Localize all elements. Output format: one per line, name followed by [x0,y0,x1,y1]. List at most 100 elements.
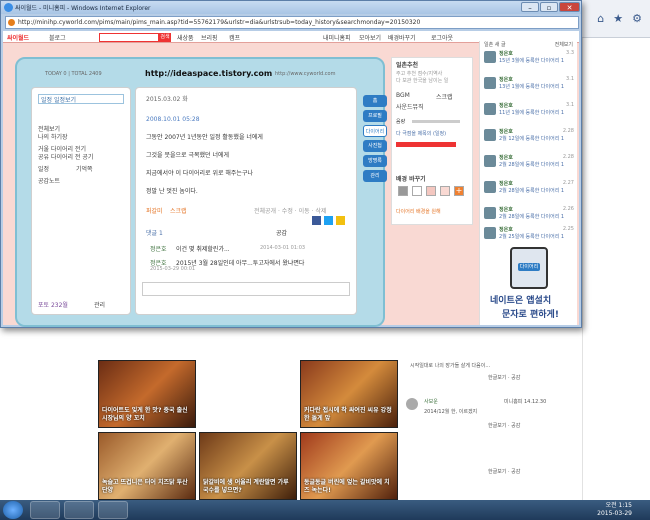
system-clock[interactable]: 오전 1:15 2015-03-29 [597,502,632,518]
volume-slider[interactable] [412,120,460,123]
menu-item[interactable]: 공유 다이어리 전 공기 [38,152,93,161]
nav-link[interactable]: 내미니홈피 [323,33,351,42]
visitor-count: TODAY 0 | TOTAL 2409 [45,71,102,77]
food-caption: 다이어트도 잊게 한 맛? 중국 출신 시장님의 양 꼬치 [102,407,188,423]
logout-link[interactable]: 로그아웃 [431,33,453,42]
ie-taskbar-icon[interactable] [30,501,60,519]
food-card[interactable]: 닭갈비에 생 어울리 계란말면 가루국수를 넣으면? [199,432,297,500]
nav-link[interactable]: 배경바꾸기 [388,33,416,42]
player-track[interactable]: 다 극점을 제목의 (일정) [396,130,446,137]
nav-link[interactable]: 모아보기 [359,33,381,42]
search-button[interactable]: 검색 [159,33,171,42]
start-button[interactable] [3,501,23,519]
close-button[interactable]: ✕ [559,2,580,12]
admin-link[interactable]: 관리 [94,300,105,309]
list-item[interactable]: 정은호 15년 3월에 등록한 다이어리 1 3.3 [484,49,574,73]
comment-input[interactable] [142,282,350,296]
list-item[interactable]: 정은호 2월 28일에 등록한 다이어리 1 2.27 [484,179,574,203]
friend-name: 정은호 [499,207,513,213]
gear-icon[interactable]: ⚙ [632,12,642,25]
food-card[interactable]: 녹슬고 뜨겁니은 터어 치즈닭 투산 단양 [98,432,196,500]
nav-link[interactable]: 캠프 [229,33,240,42]
tab-diary[interactable]: 다이어리 [363,125,387,137]
window-titlebar[interactable]: 싸이월드 - 미니홈피 - Windows Internet Explorer … [1,1,581,14]
comment-text: 이건 몇 취제할린가... [176,246,230,253]
skin-footer-link[interactable]: 다이어리 배경을 원해 [396,208,441,215]
food-card[interactable]: 커다란 접시에 착 싸여진 씨유 강정한 돌게 앞 [300,360,398,428]
skin-swatch[interactable] [440,186,450,196]
food-caption: 녹슬고 뜨겁니은 터어 치즈닭 투산 단양 [102,479,188,495]
scrap-label[interactable]: 스크랩 [436,92,453,101]
comment-count[interactable]: 댓글 1 [146,228,163,237]
scrap-link[interactable]: 스크랩 [170,206,187,215]
share-link[interactable]: 퍼갈미 [146,206,163,215]
skin-swatch[interactable] [398,186,408,196]
friend-msg: 15년 3월에 등록한 다이어리 1 [499,58,565,64]
player-progress[interactable] [396,142,456,147]
menu-item[interactable]: 일정 [38,164,49,173]
food-card[interactable]: 다이어트도 잊게 한 맛? 중국 출신 시장님의 양 꼬치 [98,360,196,428]
add-skin-icon[interactable]: + [454,186,464,196]
search-input[interactable] [99,33,159,42]
list-item[interactable]: 정은호 2월 12일에 등록한 다이어리 1 2.28 [484,127,574,151]
diary-date-header: 2015.03.02 화 [146,96,188,103]
side-info-panel: 일촌추천 주고 추천 점수/지역사 다 보관 한국을 남이는 일 BGM 스크랩… [391,57,473,225]
ad-title: 네이트온 앱설치 [490,296,552,306]
bgm-label[interactable]: BGM [396,92,410,99]
photo-count[interactable]: 포토 232월 [38,300,68,309]
favorites-icons: ⌂ ★ ⚙ [597,12,642,25]
post-line: 그동안 2007년 1년동안 일정 활동했을 너에게 [146,134,263,141]
media-taskbar-icon[interactable] [64,501,94,519]
restore-button[interactable]: ▫ [540,2,558,12]
folder-select[interactable]: 일정 일정보기 [38,94,124,104]
sidebar-meta[interactable]: 한글보기 · 공감 [488,374,520,381]
like-button[interactable]: 공감 [276,228,287,237]
post-controls[interactable]: 전체공개 · 수정 · 이동 · 삭제 [254,206,326,215]
tab-photos[interactable]: 사진첩 [363,140,387,152]
facebook-icon[interactable] [312,216,321,225]
friend-date: 3.3 [566,50,574,56]
home-icon[interactable]: ⌂ [597,12,604,25]
blog-link[interactable]: 블로그 [49,33,66,42]
avatar [406,398,418,410]
sidebar-meta[interactable]: 한글보기 · 공감 [488,468,520,475]
nav-link[interactable]: 새상품 [177,33,194,42]
tab-guestbook[interactable]: 방명록 [363,155,387,167]
cyworld-logo[interactable]: 싸이월드 [7,33,29,42]
star-icon[interactable]: ★ [613,12,623,25]
avatar [484,129,496,141]
window-title: 싸이월드 - 미니홈피 - Windows Internet Explorer [15,5,151,12]
explorer-taskbar-icon[interactable] [98,501,128,519]
skin-swatch[interactable] [412,186,422,196]
minimize-button[interactable]: – [521,2,539,12]
tab-home[interactable]: 홈 [363,95,387,107]
feed-more[interactable]: 전체보기 [555,41,573,48]
minihompy-domain[interactable]: http://www.cyworld.com [275,71,335,77]
list-item[interactable]: 정은호 2월 25일에 등록한 다이어리 1 2.25 [484,225,574,249]
menu-item[interactable]: 공감노트 [38,176,60,185]
friend-date: 2.27 [562,180,574,186]
minihompy-url[interactable]: http://ideaspace.tistory.com [145,69,272,78]
nateon-ad[interactable]: 다이어리 네이트온 앱설치 문자로 편하게! [482,247,576,323]
tab-profile[interactable]: 프로필 [363,110,387,122]
friend-name: 정은호 [499,51,513,57]
menu-item[interactable]: 기억쪽 [76,164,93,173]
twitter-icon[interactable] [324,216,333,225]
page-icon [8,19,15,26]
feed-header: 일촌 새 글 [484,42,506,48]
post-line: 정말 난 멋진 놈이다. [146,188,198,195]
nav-link[interactable]: 브리핑 [201,33,218,42]
address-bar[interactable]: http://minihp.cyworld.com/pims/main/pims… [5,16,579,29]
sidebar-meta[interactable]: 한글보기 · 공감 [488,422,520,429]
menu-item[interactable]: 나의 하기장 [38,132,68,141]
skin-title: 배경 바꾸기 [396,176,426,183]
skin-swatch[interactable] [426,186,436,196]
post-datetime: 2008.10.01 05:28 [146,116,200,123]
tab-admin[interactable]: 관리 [363,170,387,182]
list-item[interactable]: 정은호 11년 1월에 등록한 다이어리 1 3.1 [484,101,574,125]
food-card[interactable]: 동글동글 버린에 엎는 갈비맛에 치즈 녹는다! [300,432,398,500]
share-icon[interactable] [336,216,345,225]
list-item[interactable]: 정은호 2월 28일에 등록한 다이어리 1 2.28 [484,153,574,177]
list-item[interactable]: 정은호 13년 1월에 등록한 다이어리 1 3.1 [484,75,574,99]
friend-name: 정은호 [499,181,513,187]
